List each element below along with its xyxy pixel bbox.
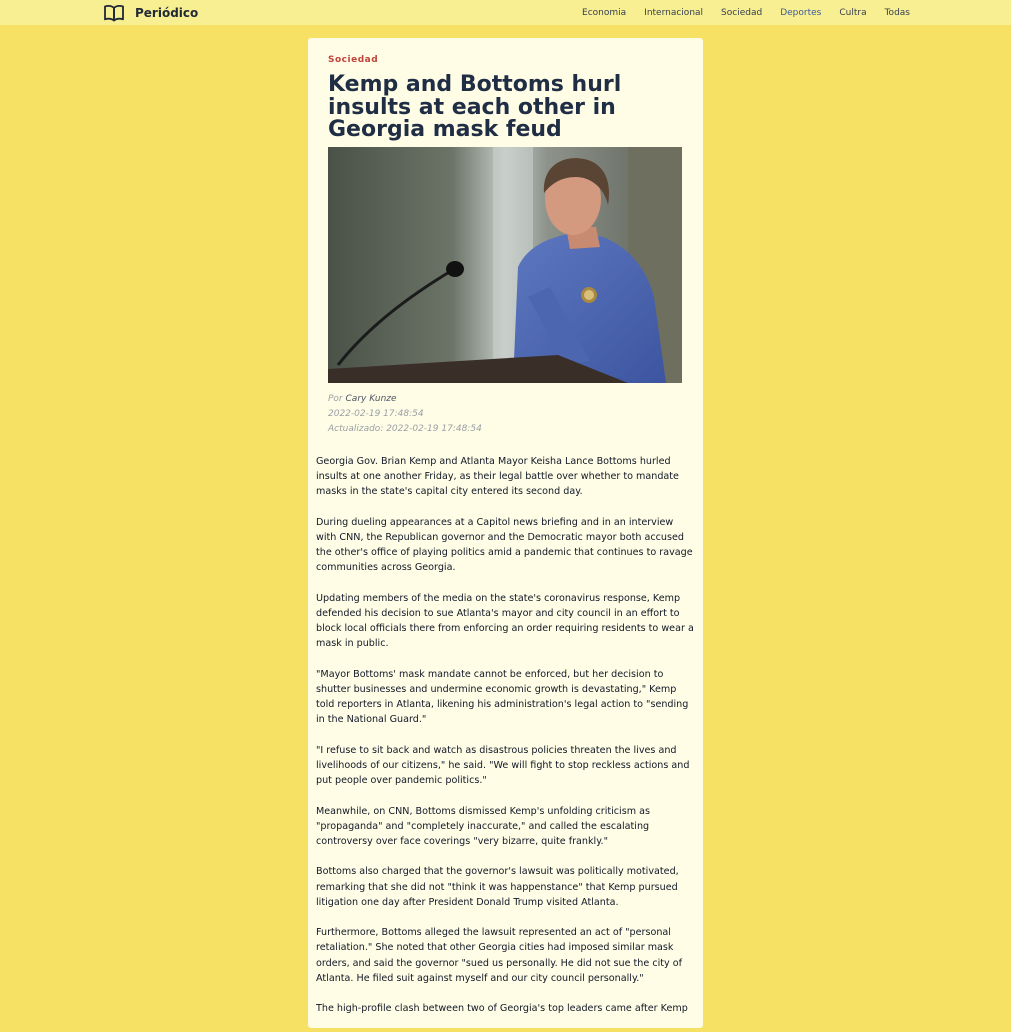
article-body: Georgia Gov. Brian Kemp and Atlanta Mayo… [316,454,694,1032]
byline: Por Cary Kunze [328,392,482,407]
article-title: Kemp and Bottoms hurl insults at each ot… [328,72,622,142]
paragraph: During dueling appearances at a Capitol … [316,516,693,574]
byline-prefix: Por [328,394,343,404]
section-links: Economia Internacional Sociedad Deportes… [582,0,910,25]
paragraph: "Mayor Bottoms' mask mandate cannot be e… [316,668,689,726]
author-name[interactable]: Cary Kunze [346,394,397,404]
nav-link-todas[interactable]: Todas [885,8,910,18]
updated-date: Actualizado: 2022-02-19 17:48:54 [328,424,482,434]
paragraph: Georgia Gov. Brian Kemp and Atlanta Mayo… [316,456,679,498]
open-book-icon [104,5,124,22]
nav-link-sociedad[interactable]: Sociedad [721,8,762,18]
published-date: 2022-02-19 17:48:54 [328,409,424,419]
top-navigation-bar: Periódico Economia Internacional Socieda… [0,0,1011,25]
brand[interactable]: Periódico [103,4,198,22]
paragraph: Furthermore, Bottoms alleged the lawsuit… [316,927,682,984]
paragraph: Updating members of the media on the sta… [316,592,694,650]
nav-link-internacional[interactable]: Internacional [644,8,703,18]
paragraph: "I refuse to sit back and watch as disas… [316,744,690,787]
nav-link-cultra[interactable]: Cultra [839,8,866,18]
paragraph: The high-profile clash between two of Ge… [316,1003,688,1015]
brand-name: Periódico [135,6,199,20]
paragraph: Bottoms also charged that the governor's… [316,866,679,908]
article-meta: Por Cary Kunze 2022-02-19 17:48:54 Actua… [328,392,482,437]
article-category[interactable]: Sociedad [328,55,378,65]
paragraph: Meanwhile, on CNN, Bottoms dismissed Kem… [316,805,650,847]
nav-link-economia[interactable]: Economia [582,8,626,18]
article-card: Sociedad Kemp and Bottoms hurl insults a… [308,38,703,1028]
article-photo [328,147,682,383]
nav-link-deportes[interactable]: Deportes [780,8,821,18]
